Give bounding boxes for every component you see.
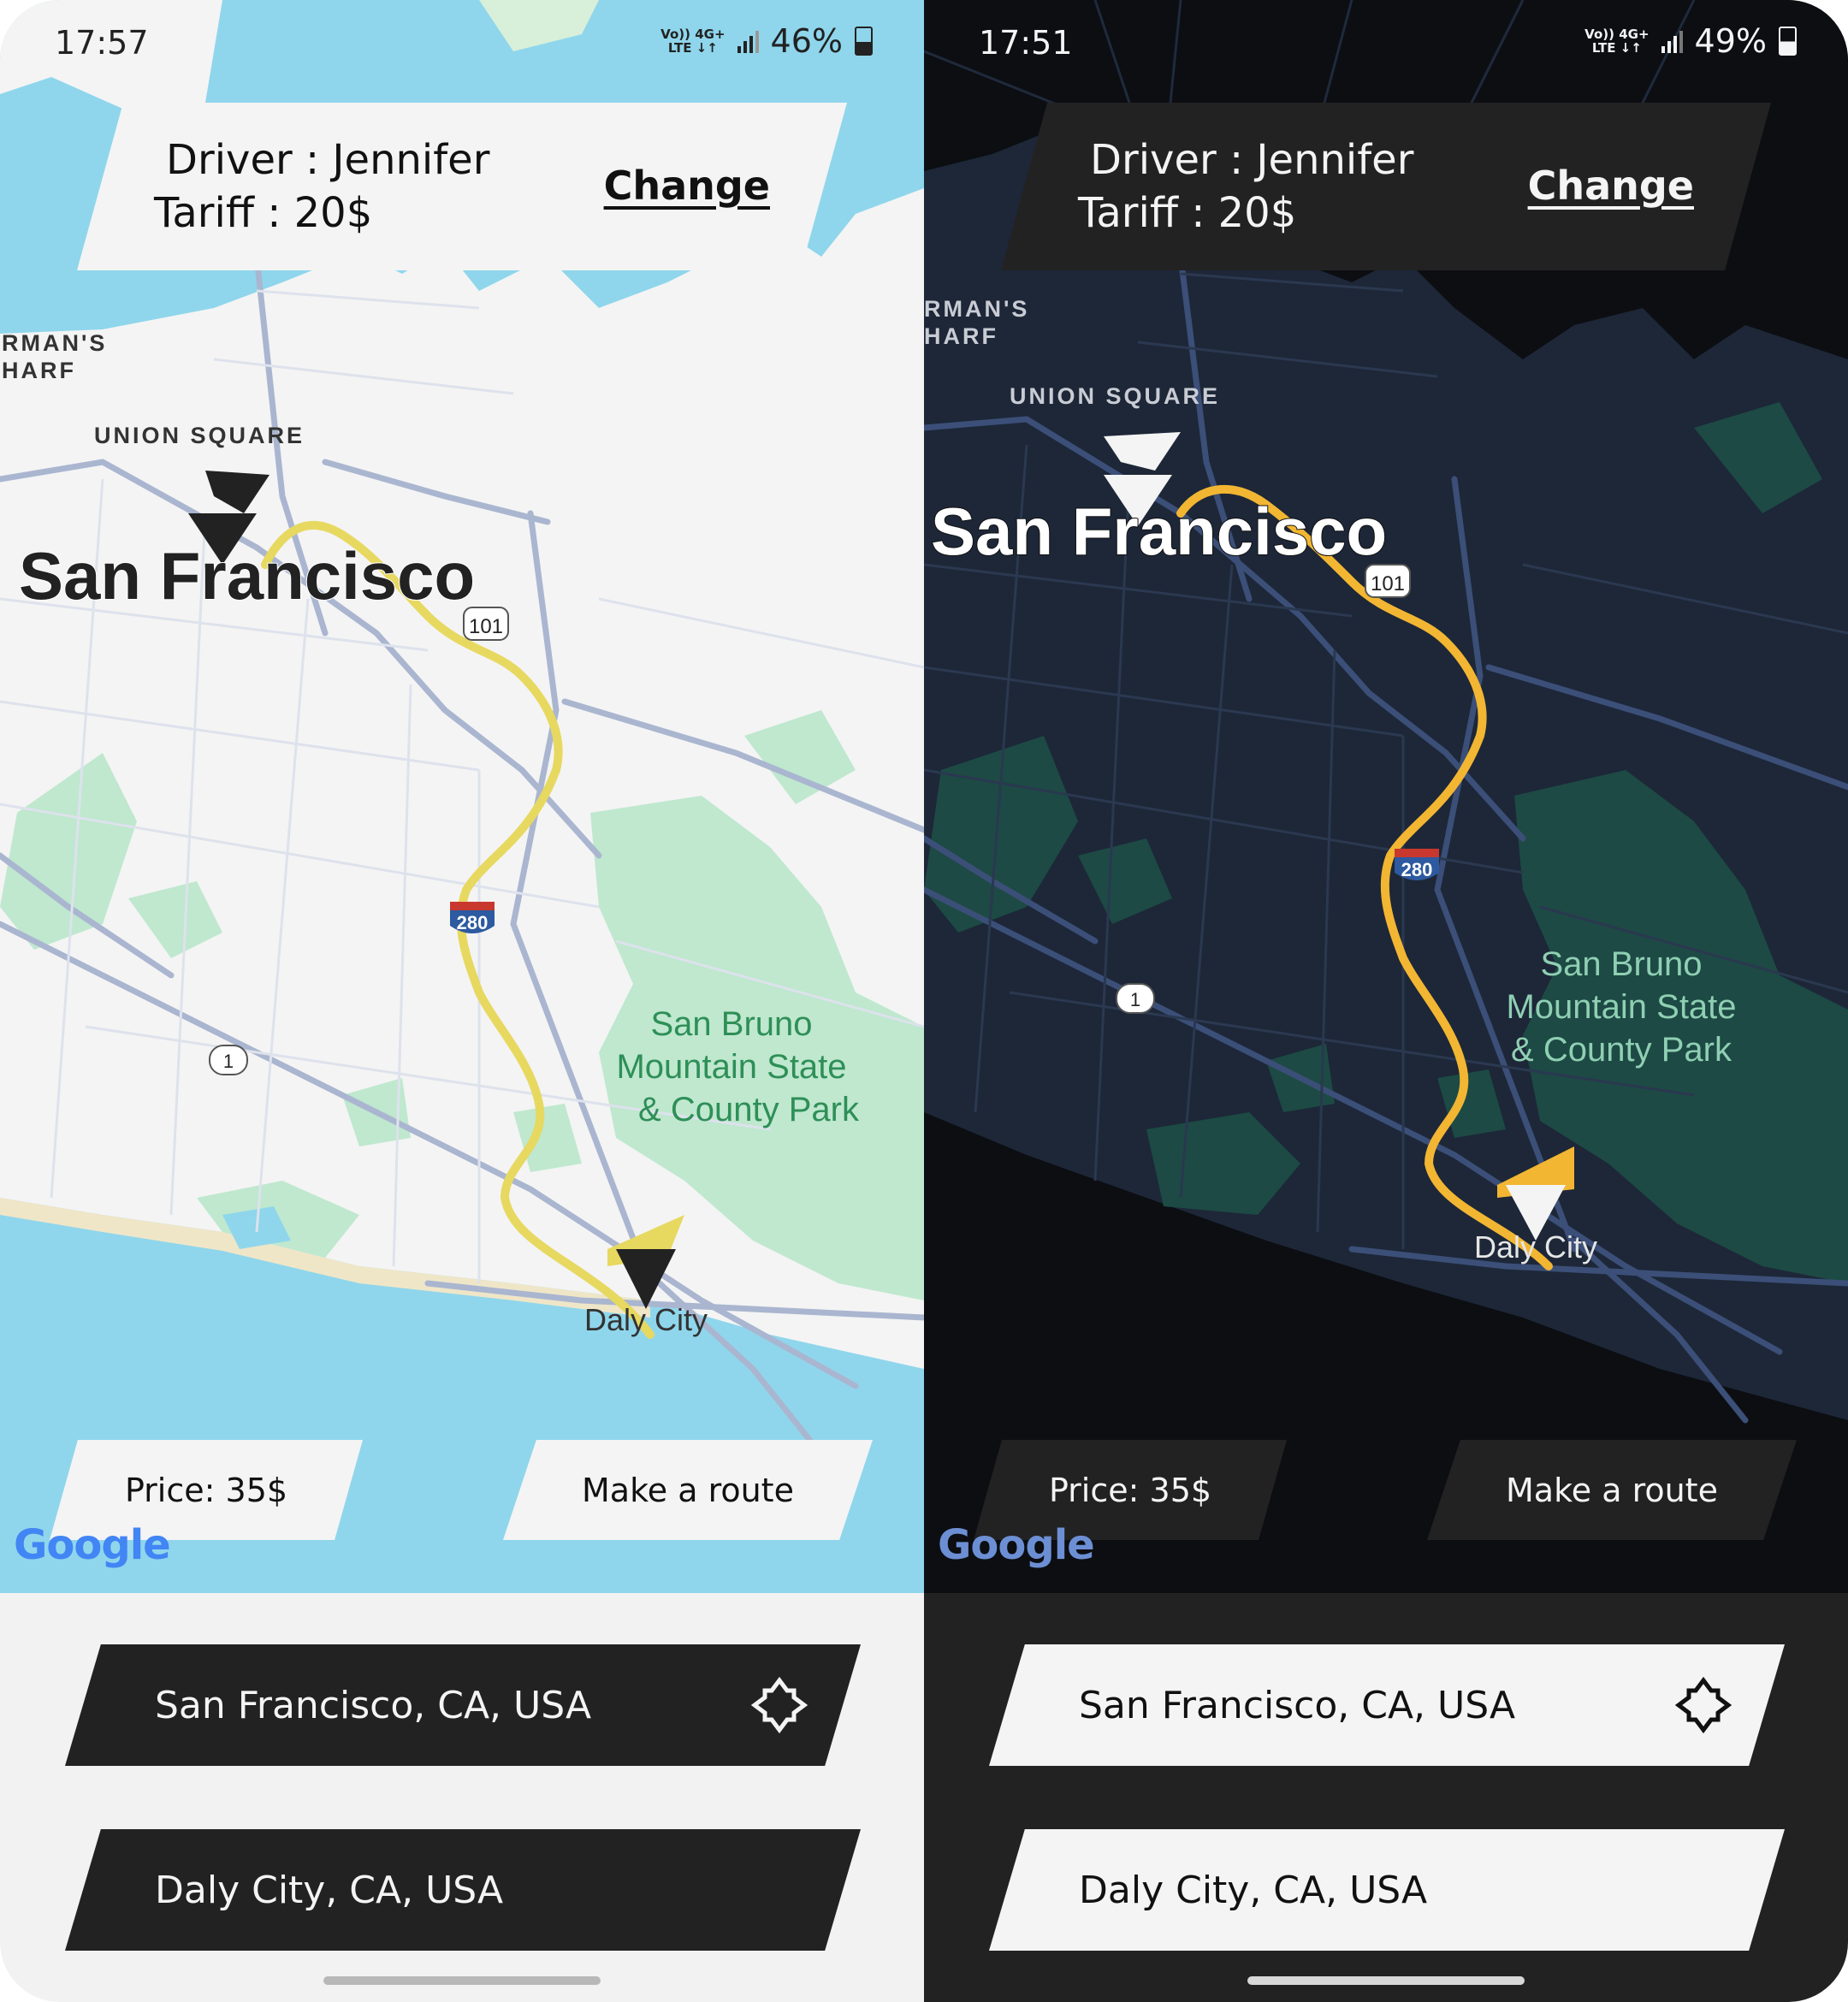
driver-info: Driver : Jennifer Tariff : 20$: [1078, 133, 1413, 240]
status-indicators: Vo)) 4G+ LTE ↓↑ 49%: [1584, 22, 1797, 60]
google-logo: Google: [938, 1521, 1095, 1569]
battery-icon: [855, 27, 873, 56]
shield-1: 1: [1116, 983, 1155, 1014]
network-type: Vo)) 4G+ LTE ↓↑: [1584, 27, 1649, 55]
status-indicators: Vo)) 4G+ LTE ↓↑ 46%: [660, 22, 873, 60]
price-label: Price: 35$: [1048, 1471, 1212, 1509]
shield-101-text: 101: [1371, 572, 1405, 595]
change-driver-button[interactable]: Change: [1528, 163, 1694, 209]
shield-280: 280: [450, 902, 495, 933]
shield-280-text: 280: [457, 912, 489, 933]
status-time: 17:51: [979, 24, 1073, 62]
park-label-1: San Bruno: [650, 1005, 812, 1043]
driver-card: Driver : Jennifer Tariff : 20$ Change: [1001, 103, 1771, 270]
driver-card: Driver : Jennifer Tariff : 20$ Change: [77, 103, 847, 270]
from-address-input[interactable]: [1079, 1644, 1678, 1766]
park-label-3: & County Park: [638, 1091, 860, 1128]
tariff-value: Tariff : 20$: [1078, 189, 1297, 237]
swap-diamond-icon[interactable]: [749, 1675, 809, 1735]
battery-percentage: 46%: [770, 22, 843, 60]
from-address-field[interactable]: [65, 1644, 861, 1766]
park-label-1: San Bruno: [1540, 945, 1702, 983]
make-route-button[interactable]: Make a route: [1427, 1440, 1797, 1540]
home-indicator[interactable]: [1247, 1976, 1525, 1985]
district-label: UNION SQUARE: [94, 423, 305, 448]
district-label: UNION SQUARE: [1010, 383, 1220, 409]
network-bottom: LTE ↓↑: [667, 40, 718, 56]
to-address-field[interactable]: [989, 1829, 1785, 1951]
google-logo: Google: [14, 1521, 171, 1569]
change-driver-button[interactable]: Change: [604, 163, 770, 209]
park-label-2: Mountain State: [1506, 988, 1736, 1026]
shield-280: 280: [1395, 849, 1439, 880]
battery-icon: [1779, 27, 1797, 56]
shield-1-text: 1: [1130, 989, 1140, 1010]
shield-280-text: 280: [1401, 859, 1433, 880]
google-logo-text: Google: [14, 1521, 171, 1569]
wharf-label-2: HARF: [924, 323, 998, 349]
to-address-input[interactable]: [155, 1829, 754, 1951]
from-address-input[interactable]: [155, 1644, 754, 1766]
phone-screen-dark: 101 280 1 RMAN'S HARF UNION SQUARE San F…: [924, 0, 1848, 2002]
destination-city-label: Daly City: [584, 1302, 708, 1337]
network-bottom: LTE ↓↑: [1591, 40, 1642, 56]
make-route-label: Make a route: [582, 1471, 794, 1509]
tariff-value: Tariff : 20$: [154, 189, 373, 237]
shield-1-text: 1: [223, 1051, 234, 1072]
destination-city-label: Daly City: [1474, 1229, 1597, 1265]
to-address-field[interactable]: [65, 1829, 861, 1951]
city-label: San Francisco: [19, 538, 475, 613]
status-time: 17:57: [55, 24, 149, 62]
network-type: Vo)) 4G+ LTE ↓↑: [660, 27, 725, 55]
status-bar: 17:51 Vo)) 4G+ LTE ↓↑ 49%: [979, 22, 1797, 70]
to-address-input[interactable]: [1079, 1829, 1678, 1951]
home-indicator[interactable]: [323, 1976, 601, 1985]
driver-name: Driver : Jennifer: [166, 136, 490, 184]
phone-screen-light: 101 280 1 RMAN'S HARF UNION SQUARE San F…: [0, 0, 924, 2002]
wharf-label-1: RMAN'S: [924, 296, 1029, 322]
map-view[interactable]: 101 280 1 RMAN'S HARF UNION SQUARE San F…: [0, 0, 924, 1593]
price-label: Price: 35$: [124, 1471, 288, 1509]
park-label-2: Mountain State: [616, 1048, 846, 1086]
signal-bars-icon: [737, 29, 759, 53]
swap-diamond-icon[interactable]: [1673, 1675, 1733, 1735]
park-label-3: & County Park: [1511, 1031, 1732, 1069]
shield-101-text: 101: [469, 615, 503, 638]
shield-1: 1: [209, 1045, 248, 1075]
make-route-label: Make a route: [1506, 1471, 1718, 1509]
map-view[interactable]: 101 280 1 RMAN'S HARF UNION SQUARE San F…: [924, 0, 1848, 1593]
battery-percentage: 49%: [1694, 22, 1767, 60]
wharf-label-2: HARF: [2, 358, 76, 383]
network-top: Vo)) 4G+: [1584, 27, 1650, 42]
status-bar: 17:57 Vo)) 4G+ LTE ↓↑ 46%: [55, 22, 873, 70]
from-address-field[interactable]: [989, 1644, 1785, 1766]
network-top: Vo)) 4G+: [660, 27, 726, 42]
driver-name: Driver : Jennifer: [1090, 136, 1414, 184]
driver-info: Driver : Jennifer Tariff : 20$: [154, 133, 489, 240]
city-label: San Francisco: [931, 494, 1387, 569]
signal-bars-icon: [1661, 29, 1683, 53]
wharf-label-1: RMAN'S: [2, 330, 107, 356]
google-logo-text: Google: [938, 1521, 1095, 1569]
make-route-button[interactable]: Make a route: [503, 1440, 873, 1540]
shield-101: 101: [1365, 564, 1411, 598]
